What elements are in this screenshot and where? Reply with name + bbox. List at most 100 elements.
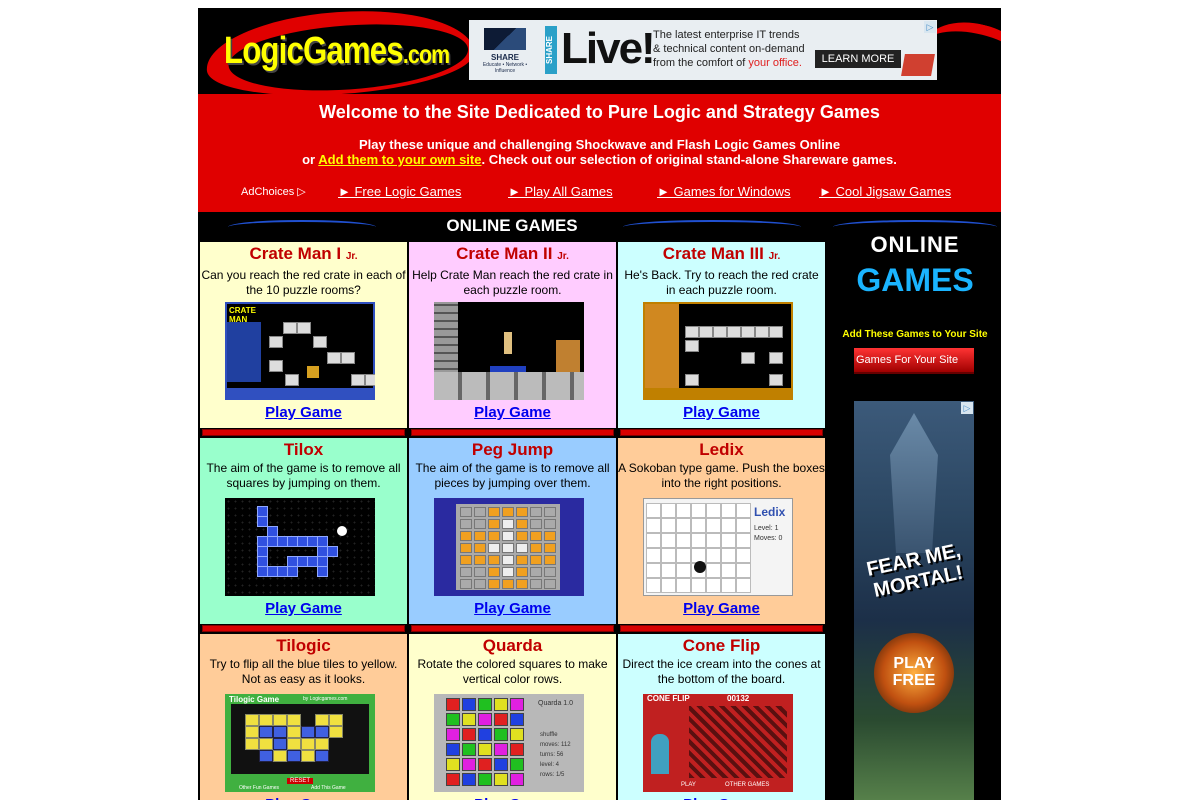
game-card-header: Ledix A Sokoban type game. Push the boxes… [618,438,825,493]
ad-headline: Live! [561,24,656,73]
sidebar-games-label: GAMES [856,262,974,298]
game-title[interactable]: Quarda [409,636,616,656]
play-game-link[interactable]: Play Game [409,404,616,421]
game-title-text: Tilox [283,440,324,459]
play-game-link[interactable]: Play Game [200,404,407,421]
welcome-subtitle-2: or Add them to your own site. Check out … [198,152,1001,167]
game-description: A Sokoban type game. Push the boxes into… [618,461,825,490]
row-divider [202,625,405,632]
play-game-link[interactable]: Play Game [200,796,407,800]
game-description: He's Back. Try to reach the red crate in… [624,268,819,297]
game-title-text: Tilogic [276,636,331,655]
game-screenshot[interactable] [225,498,375,596]
play-game-link[interactable]: Play Game [409,600,616,617]
game-card: Crate Man II Jr. Help Crate Man reach the… [409,242,616,428]
logo-text: LogicGames [224,30,404,72]
site-logo[interactable]: LogicGames.com [224,30,450,73]
thumb-caption: Add This Game [311,785,346,791]
games-row: Tilox The aim of the game is to remove al… [198,438,826,634]
games-for-your-site-button[interactable]: Games For Your Site [854,348,974,374]
game-screenshot[interactable]: Quarda 1.0 shuffle moves: 112 turns: 56 leve… [434,694,584,792]
row-divider [202,429,405,436]
nav-cool-jigsaw-games[interactable]: ► Cool Jigsaw Games [819,184,951,199]
top-ad-banner[interactable]: SHARE Educate • Network • Influence SHAR… [469,20,937,80]
game-title[interactable]: Cone Flip [618,636,825,656]
nav-free-logic-games[interactable]: ► Free Logic Games [338,184,461,199]
ad-copy-line: from the comfort of [653,57,749,69]
welcome-banner: Welcome to the Site Dedicated to Pure Lo… [198,94,1001,212]
thumb-caption: CONE FLIP [647,694,690,703]
game-title-text: Cone Flip [682,636,761,655]
thumb-caption: Other Fun Games [239,785,280,791]
welcome-text: . Check out our selection of original st… [481,152,897,167]
game-screenshot[interactable] [643,302,793,400]
thumb-caption: OTHER GAMES [725,782,770,788]
game-title[interactable]: Peg Jump [409,440,616,460]
play-game-link[interactable]: Play Game [409,796,616,800]
adchoices-icon[interactable]: ▷ [924,21,936,33]
skyscraper-ad[interactable]: FEAR ME, MORTAL! PLAY FREE ▷ [854,401,974,800]
nav-games-for-windows[interactable]: ► Games for Windows [657,184,791,199]
game-card-header: Peg Jump The aim of the game is to remove… [409,438,616,493]
game-card: Peg Jump The aim of the game is to remove… [409,438,616,624]
play-game-link[interactable]: Play Game [618,404,825,421]
thumb-caption: Ledix [754,505,786,519]
game-title[interactable]: Ledix [618,440,825,460]
game-card: Ledix A Sokoban type game. Push the boxes… [618,438,825,624]
game-title-text: Crate Man I [249,244,342,263]
game-screenshot[interactable] [434,498,584,596]
sidebar: ONLINE GAMES Add These Games to Your Sit… [829,212,1001,800]
game-title-text: Peg Jump [471,440,554,459]
thumb-caption: Tilogic Game [229,695,280,704]
ad-character-graphic [890,413,938,553]
adchoices-link[interactable]: AdChoices ▷ [241,185,306,198]
welcome-text: or [302,152,319,167]
game-screenshot[interactable]: CRATE MAN [225,302,375,400]
game-title-text: Quarda [482,636,543,655]
thumb-caption: turns: 56 [540,752,564,758]
play-game-link[interactable]: Play Game [618,600,825,617]
ad-share-logo: SHARE Educate • Network • Influence [475,28,535,74]
thumb-caption: rows: 1/5 [540,772,565,778]
game-title[interactable]: Crate Man II Jr. [409,244,616,267]
play-game-link[interactable]: Play Game [200,600,407,617]
game-description: The aim of the game is to remove all pie… [415,461,610,490]
thumb-caption: shuffle [540,732,558,738]
thumb-caption: Quarda 1.0 [538,700,574,707]
ad-brand: SHARE [490,53,519,62]
game-card: Tilox The aim of the game is to remove al… [200,438,407,624]
game-card: Tilogic Try to flip all the blue tiles to… [200,634,407,800]
ad-play-free-button[interactable]: PLAY FREE [874,655,954,689]
decor-arc [228,220,376,234]
ad-vertical-tag: SHARE [545,26,557,74]
game-title[interactable]: Crate Man I Jr. [200,244,407,267]
game-description: The aim of the game is to remove all squ… [206,461,401,490]
games-row: Crate Man I Jr. Can you reach the red cra… [198,242,826,438]
game-title[interactable]: Crate Man III Jr. [618,244,825,267]
nav-play-all-games[interactable]: ► Play All Games [508,184,613,199]
game-screenshot[interactable]: Ledix Level: 1 Moves: 0 [643,498,793,596]
game-title[interactable]: Tilox [200,440,407,460]
game-card-header: Tilox The aim of the game is to remove al… [200,438,407,493]
game-card-header: Tilogic Try to flip all the blue tiles to… [200,634,407,689]
welcome-subtitle: Play these unique and challenging Shockw… [358,137,841,152]
game-title-text: Crate Man III [662,244,764,263]
decor-arc [623,220,801,234]
game-description: Can you reach the red crate in each of t… [201,268,406,297]
game-card-header: Crate Man III Jr. He's Back. Try to reach… [618,242,825,297]
game-card: Crate Man III Jr. He's Back. Try to reach… [618,242,825,428]
adchoices-icon[interactable]: ▷ [961,402,973,414]
game-screenshot[interactable]: CONE FLIP 00132 PLAY OTHER GAMES [643,694,793,792]
ad-laptop-graphic [901,54,935,76]
thumb-caption: 00132 [727,694,750,703]
game-screenshot[interactable]: Tilogic Game by Logicgames.com RESET Other … [225,694,375,792]
add-games-link[interactable]: Add These Games to Your Site [829,329,1001,340]
game-card: Quarda Rotate the colored squares to make… [409,634,616,800]
ad-learn-more-button[interactable]: LEARN MORE [815,50,901,68]
play-game-link[interactable]: Play Game [618,796,825,800]
add-to-site-link[interactable]: Add them to your own site [318,152,481,167]
game-card-header: Crate Man II Jr. Help Crate Man reach the… [409,242,616,297]
game-screenshot[interactable] [434,302,584,400]
game-title[interactable]: Tilogic [200,636,407,656]
section-header: ONLINE GAMES [198,212,826,242]
